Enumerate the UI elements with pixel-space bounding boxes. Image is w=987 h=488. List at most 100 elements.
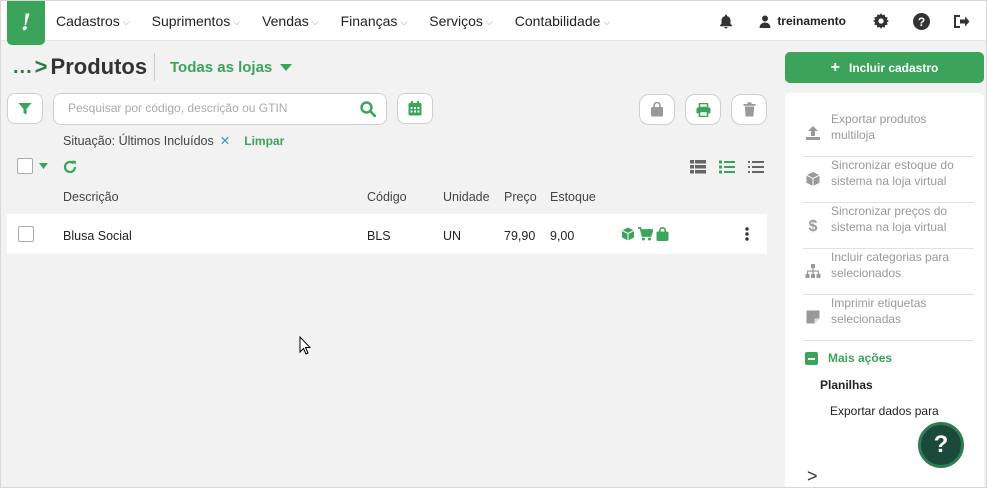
menu-label: Suprimentos [151,13,231,29]
printer-icon [696,102,710,117]
row-menu-icon[interactable] [745,227,749,246]
breadcrumb-separator: > [34,54,48,79]
remove-filter-icon[interactable]: ✕ [220,133,230,148]
search-icon[interactable] [360,101,377,122]
top-navbar: ! Cadastros ⌵ Suprimentos ⌵ Vendas ⌵ Finanç… [1,1,986,45]
menu-servicos[interactable]: Serviços ⌵ [429,13,493,29]
store-bag-button[interactable] [639,94,675,125]
menu-label: Serviços [429,13,483,29]
more-actions-toggle[interactable]: Mais ações [805,351,892,365]
store-selector[interactable]: Todas as lojas [170,59,293,76]
cell-codigo: BLS [367,229,391,243]
collapse-square-icon [805,351,818,365]
clear-filters-link[interactable]: Limpar [244,134,284,148]
chevron-down-icon: ⌵ [485,16,493,27]
main-menu: Cadastros ⌵ Suprimentos ⌵ Vendas ⌵ Finanças… [56,1,632,41]
svg-text:?: ? [917,14,924,28]
action-export-multistore[interactable]: Exportar produtos multiloja [803,111,974,157]
action-label: Sincronizar estoque do sistema na loja v… [831,158,954,188]
box-icon [806,172,820,186]
column-codigo[interactable]: Código [367,190,407,204]
column-estoque[interactable]: Estoque [550,190,596,204]
section-planilhas: Planilhas [820,378,873,392]
column-preco[interactable]: Preço [504,190,537,204]
list-view-icon[interactable] [719,160,735,174]
row-checkbox[interactable] [18,226,34,242]
caret-down-icon [280,64,293,71]
cell-descricao[interactable]: Blusa Social [63,229,132,243]
gear-icon[interactable] [870,10,892,32]
breadcrumb-parent[interactable]: ... [13,56,33,79]
view-switcher [690,160,764,174]
action-add-categories[interactable]: Incluir categorias para selecionados [803,249,974,295]
add-record-label: Incluir cadastro [848,60,939,75]
help-circle-icon[interactable]: ? [910,10,932,32]
cell-preco: 79,90 [504,229,536,243]
app-logo[interactable]: ! [7,1,45,45]
trash-icon [743,102,755,117]
funnel-icon [18,102,32,114]
export-data-link[interactable]: Exportar dados para [830,404,939,418]
user-menu[interactable]: treinamento [759,14,846,28]
action-label: Sincronizar preços do sistema na loja vi… [831,204,948,234]
action-label: Imprimir etiquetas selecionadas [831,296,927,326]
bulk-tools [17,158,48,174]
upload-icon [806,126,820,140]
mouse-cursor-icon [299,335,312,360]
top-right-tools: treinamento ? [715,1,972,41]
print-button[interactable] [685,94,721,125]
filter-button[interactable] [7,93,43,124]
header-divider [154,53,155,81]
label-icon [806,310,820,324]
sitemap-icon [805,264,821,278]
table-row[interactable]: Blusa Social BLS UN 79,90 9,00 [7,214,767,254]
refresh-icon[interactable] [63,160,77,179]
svg-text:$: $ [809,218,818,233]
help-chat-button[interactable]: ? [918,422,964,468]
breadcrumb: ... > Produtos [13,54,147,80]
column-descricao[interactable]: Descrição [63,190,119,204]
search-box [53,93,387,125]
chevron-right-icon[interactable]: > [807,466,818,487]
chevron-down-icon: ⌵ [400,16,408,27]
action-sync-prices[interactable]: $ Sincronizar preços do sistema na loja … [803,203,974,249]
chevron-down-icon: ⌵ [603,16,611,27]
select-all-checkbox[interactable] [17,158,33,174]
compact-list-icon[interactable] [748,160,764,174]
filter-label: Situação: Últimos Incluídos [63,133,214,148]
menu-label: Vendas [262,13,309,29]
chevron-down-icon: ⌵ [233,16,241,27]
menu-financas[interactable]: Finanças ⌵ [341,13,408,29]
date-filter-button[interactable] [397,93,433,124]
menu-cadastros[interactable]: Cadastros ⌵ [56,13,130,29]
product-channels [621,227,669,241]
column-unidade[interactable]: Unidade [443,190,490,204]
logo-glyph: ! [21,10,31,36]
add-record-button[interactable]: + Incluir cadastro [785,52,984,83]
app-frame: ! Cadastros ⌵ Suprimentos ⌵ Vendas ⌵ Finanç… [0,0,987,488]
action-label: Incluir categorias para selecionados [831,250,950,280]
page-title: Produtos [50,54,148,79]
chevron-down-icon: ⌵ [311,16,319,27]
more-actions-label: Mais ações [828,351,893,365]
shopping-bag-icon[interactable] [656,227,669,241]
menu-label: Contabilidade [514,13,601,29]
delete-button[interactable] [731,94,767,125]
plus-icon: + [830,58,840,76]
logout-icon[interactable] [950,10,972,32]
user-icon [759,15,771,28]
store-selector-label: Todas as lojas [170,59,273,76]
cell-estoque: 9,00 [550,229,575,243]
action-sync-stock[interactable]: Sincronizar estoque do sistema na loja v… [803,157,974,203]
caret-down-icon[interactable] [39,163,48,169]
cube-icon[interactable] [621,227,635,241]
menu-vendas[interactable]: Vendas ⌵ [262,13,319,29]
grid-view-icon[interactable] [690,160,706,174]
menu-suprimentos[interactable]: Suprimentos ⌵ [152,13,240,29]
action-print-labels[interactable]: Imprimir etiquetas selecionadas [803,295,974,341]
menu-label: Finanças [340,13,398,29]
bell-icon[interactable] [715,10,737,32]
menu-contabilidade[interactable]: Contabilidade ⌵ [515,13,610,29]
cart-icon[interactable] [638,227,653,241]
search-input[interactable] [68,101,348,115]
